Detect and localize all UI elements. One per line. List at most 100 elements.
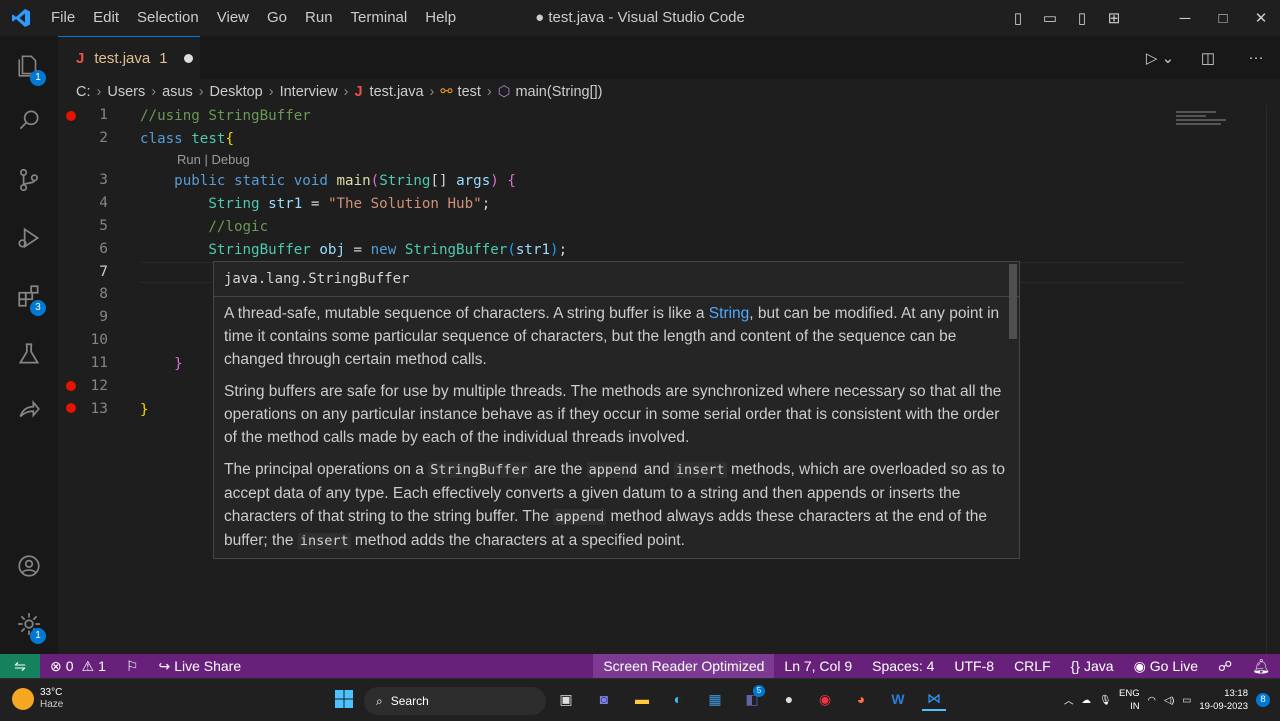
editor-scrollbar[interactable] [1266, 105, 1280, 654]
code-line: } [140, 402, 149, 418]
weather-widget[interactable]: 33°C Haze [12, 687, 63, 711]
menu-go[interactable]: Go [258, 0, 296, 36]
run-java-icon[interactable]: ▷ ⌄ [1136, 49, 1184, 67]
notifications-bell-icon[interactable]: 🔔︎ [1242, 658, 1280, 675]
clock[interactable]: 13:18 19-09-2023 [1199, 687, 1248, 713]
minimap[interactable] [1176, 109, 1256, 129]
warning-icon: ⚠ [81, 657, 95, 674]
close-window-button[interactable]: ✕ [1242, 9, 1280, 27]
title-bar: File Edit Selection View Go Run Terminal… [0, 0, 1280, 36]
menu-view[interactable]: View [208, 0, 258, 36]
settings-badge: 1 [30, 628, 46, 644]
hover-paragraph: The principal operations on a StringBuff… [224, 461, 1005, 549]
problems-indicator[interactable]: ⊗ 0 ⚠ 1 [40, 658, 116, 675]
line-number: 4 [99, 195, 108, 211]
task-view-icon[interactable]: ▣ [554, 687, 578, 711]
volume-icon[interactable]: ◁) [1164, 695, 1174, 706]
menu-selection[interactable]: Selection [128, 0, 208, 36]
status-bar: ⇋ ⊗ 0 ⚠ 1 ⚐ ↪ Live Share Screen Reader Opti… [0, 654, 1280, 678]
menu-help[interactable]: Help [416, 0, 465, 36]
live-share-button[interactable]: ↪ Live Share [148, 658, 251, 675]
hover-scrollbar[interactable] [1009, 264, 1017, 339]
breadcrumb-item[interactable]: test [458, 84, 481, 100]
end-of-line[interactable]: CRLF [1004, 658, 1061, 674]
taskbar-search[interactable]: ⌕ Search [364, 687, 546, 715]
breadcrumb-item[interactable]: Users [107, 84, 145, 100]
toggle-primary-sidebar-icon[interactable]: ▯ [1002, 9, 1034, 27]
code-line: StringBuffer obj = new StringBuffer(str1… [208, 242, 568, 258]
menu-file[interactable]: File [42, 0, 84, 36]
search-icon[interactable] [0, 94, 58, 146]
tab-test-java[interactable]: J test.java 1 [58, 36, 200, 79]
screen-reader-mode[interactable]: Screen Reader Optimized [593, 654, 775, 678]
breakpoint-icon[interactable] [66, 403, 76, 413]
testing-icon[interactable] [0, 328, 58, 380]
customize-layout-icon[interactable]: ⊞ [1098, 9, 1130, 27]
editor-tab-bar: J test.java 1 ▷ ⌄ ◫ ··· [58, 36, 1280, 79]
wifi-icon[interactable]: ◠ [1148, 695, 1156, 706]
menu-run[interactable]: Run [296, 0, 342, 36]
live-share-broadcast-icon[interactable]: ⚐ [116, 658, 149, 675]
more-actions-icon[interactable]: ··· [1232, 49, 1280, 66]
toggle-secondary-sidebar-icon[interactable]: ▯ [1066, 9, 1098, 27]
breadcrumb-item[interactable]: Interview [280, 84, 338, 100]
codelens-run-debug[interactable]: Run | Debug [177, 152, 250, 167]
breadcrumb-item[interactable]: test.java [370, 84, 424, 100]
hover-documentation-popup: java.lang.StringBuffer A thread-safe, mu… [213, 261, 1020, 559]
manage-gear-icon[interactable]: 1 [0, 598, 58, 650]
go-live-button[interactable]: ◉ Go Live [1124, 658, 1208, 675]
firefox-icon[interactable]: ◕ [849, 687, 873, 711]
hover-paragraph: String buffers are safe for use by multi… [224, 383, 1002, 446]
toggle-panel-icon[interactable]: ▭ [1034, 9, 1066, 27]
search-icon: ⌕ [376, 693, 383, 708]
cursor-position[interactable]: Ln 7, Col 9 [774, 658, 862, 674]
run-debug-icon[interactable] [0, 212, 58, 264]
language-indicator[interactable]: ENG IN [1119, 687, 1140, 713]
source-control-icon[interactable] [0, 154, 58, 206]
feedback-icon[interactable]: ☍ [1208, 658, 1242, 675]
string-doc-link[interactable]: String [709, 305, 750, 322]
language-mode[interactable]: {} Java [1061, 658, 1124, 674]
remote-indicator-icon[interactable]: ⇋ [0, 654, 40, 678]
explorer-icon[interactable]: 1 [0, 40, 58, 92]
extensions-icon[interactable]: 3 [0, 270, 58, 322]
split-editor-icon[interactable]: ◫ [1184, 49, 1232, 67]
line-number: 11 [90, 355, 108, 371]
breadcrumb-item[interactable]: Desktop [210, 84, 263, 100]
line-number: 6 [99, 241, 108, 257]
breadcrumb-item[interactable]: main(String[]) [515, 84, 602, 100]
braces-icon: {} [1070, 658, 1080, 674]
teams-chat-icon[interactable]: ◙ [592, 687, 616, 711]
media-app-icon[interactable]: ◉ [813, 687, 837, 711]
live-share-icon[interactable] [0, 384, 58, 436]
explorer-badge: 1 [30, 70, 46, 86]
microphone-icon[interactable]: 🎙︎ [1099, 695, 1111, 706]
battery-icon[interactable]: ▭ [1182, 695, 1191, 706]
notification-badge[interactable]: 8 [1256, 693, 1270, 707]
maximize-button[interactable]: □ [1204, 10, 1242, 27]
vscode-logo-icon [0, 0, 42, 36]
indentation[interactable]: Spaces: 4 [862, 658, 944, 674]
unsaved-dot-icon[interactable] [183, 53, 193, 63]
line-number: 7 [99, 264, 108, 280]
accounts-icon[interactable] [0, 540, 58, 592]
show-hidden-icons-icon[interactable]: ︿ [1064, 693, 1074, 707]
windows-start-icon[interactable] [332, 687, 356, 711]
breakpoint-icon[interactable] [66, 381, 76, 391]
onedrive-icon[interactable]: ☁ [1081, 695, 1091, 706]
word-icon[interactable]: W [886, 687, 910, 711]
microsoft-store-icon[interactable]: ▦ [703, 687, 727, 711]
edge-browser-icon[interactable]: ◐ [666, 687, 690, 711]
extensions-badge: 3 [30, 300, 46, 316]
breadcrumb-item[interactable]: C: [76, 84, 91, 100]
menu-edit[interactable]: Edit [84, 0, 128, 36]
vscode-taskbar-icon[interactable]: ⋈ [922, 687, 946, 711]
github-icon[interactable]: ● [777, 687, 801, 711]
minimize-button[interactable]: ─ [1166, 10, 1204, 27]
file-explorer-icon[interactable]: ▬ [630, 687, 654, 711]
breadcrumb-item[interactable]: asus [162, 84, 193, 100]
breakpoint-icon[interactable] [66, 111, 76, 121]
menu-terminal[interactable]: Terminal [342, 0, 417, 36]
encoding[interactable]: UTF-8 [944, 658, 1004, 674]
error-icon: ⊗ [50, 657, 62, 674]
